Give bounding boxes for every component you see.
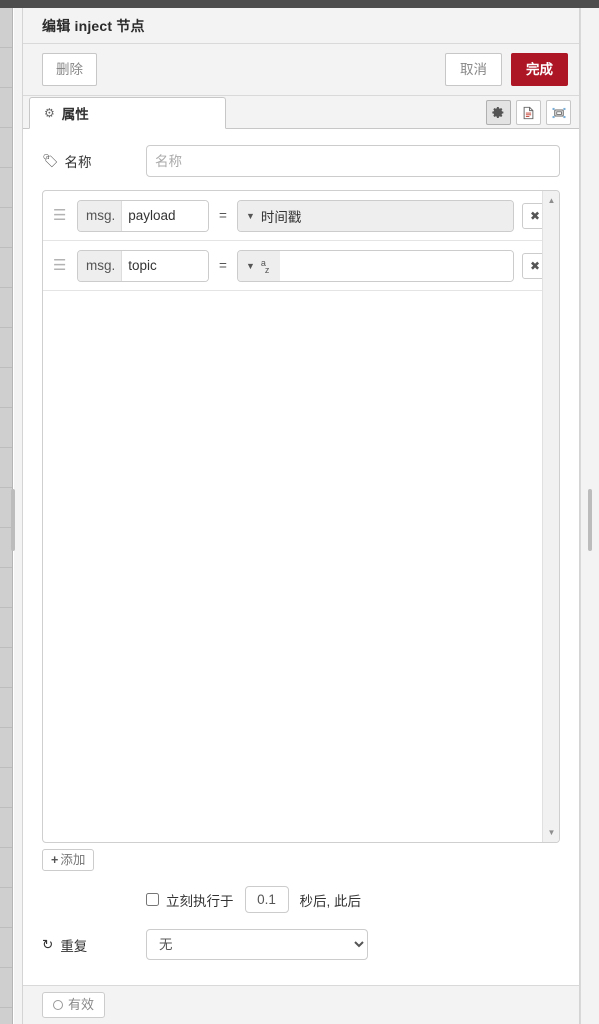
enable-toggle-label: 有效	[68, 997, 95, 1012]
delete-button[interactable]: 删除	[42, 53, 97, 86]
value-type-dropdown[interactable]: ▼ az	[238, 250, 280, 281]
name-row: 🏷 名称	[42, 145, 560, 177]
dialog-title: 编辑 inject 节点	[42, 17, 145, 34]
name-label: 🏷 名称	[42, 151, 146, 171]
caret-down-icon: ▼	[246, 260, 255, 271]
screen: 编辑 inject 节点 删除 取消 完成 ⚙ 属性 🏷 名称 名称 ☰ msg…	[0, 0, 599, 1024]
repeat-icon: ↻	[42, 936, 54, 952]
caret-down-icon: ▼	[246, 210, 255, 221]
gear-icon: ⚙	[44, 106, 55, 120]
left-resize-handle[interactable]	[11, 489, 15, 551]
inject-once-checkbox[interactable]	[146, 893, 159, 906]
property-key-value: topic	[122, 250, 208, 281]
cancel-button[interactable]: 取消	[445, 53, 502, 86]
property-list: ☰ msg. payload = ▼ 时间戳 ✖ ☰ msg. topic = …	[42, 190, 560, 843]
msg-prefix-label: msg.	[78, 250, 123, 281]
plus-icon: +	[51, 853, 59, 867]
tag-icon: 🏷	[42, 153, 59, 168]
repeat-label-text: 重复	[60, 938, 88, 954]
repeat-select[interactable]: 无	[146, 929, 368, 960]
property-key-field[interactable]: msg. payload	[77, 199, 209, 232]
property-key-value: payload	[122, 200, 208, 231]
scroll-down-icon[interactable]: ▼	[543, 824, 559, 841]
equals-sign: =	[219, 258, 227, 273]
property-value-field[interactable]: ▼ az	[237, 249, 514, 282]
drag-grip-icon[interactable]: ☰	[53, 208, 69, 223]
description-icon[interactable]	[516, 100, 541, 125]
value-type-dropdown[interactable]: ▼ 时间戳	[238, 200, 513, 231]
app-topbar	[0, 0, 599, 8]
value-type-label: 时间戳	[260, 209, 302, 225]
repeat-row: ↻ 重复 无	[42, 929, 560, 960]
repeat-label: ↻ 重复	[42, 935, 146, 955]
add-property-button[interactable]: + 添加	[42, 849, 95, 871]
dialog-header: 编辑 inject 节点	[23, 8, 579, 44]
inject-once-prefix-label: 立刻执行于	[166, 893, 234, 909]
name-label-text: 名称	[64, 155, 92, 170]
drag-grip-icon[interactable]: ☰	[53, 258, 69, 273]
edit-node-dialog: 编辑 inject 节点 删除 取消 完成 ⚙ 属性 🏷 名称 名称 ☰ msg…	[22, 8, 580, 1024]
inject-once-delay-input[interactable]	[244, 886, 289, 913]
add-property-row: + 添加	[42, 849, 560, 871]
dialog-body: 🏷 名称 ☰ msg. payload =	[23, 129, 579, 985]
property-value-field[interactable]: ▼ 时间戳	[237, 199, 514, 232]
scroll-up-icon[interactable]: ▲	[543, 192, 559, 209]
property-key-field[interactable]: msg. topic	[77, 249, 209, 282]
property-list-scrollbar[interactable]: ▲ ▼	[542, 191, 559, 842]
inject-once-row: 立刻执行于 秒后, 此后	[42, 886, 560, 913]
workspace-gap-left	[14, 8, 22, 1024]
properties-icon[interactable]	[486, 100, 511, 125]
table-row: ☰ msg. payload = ▼ 时间戳 ✖	[43, 191, 559, 241]
appearance-icon[interactable]	[546, 100, 571, 125]
enable-toggle-button[interactable]: 有效	[42, 992, 106, 1018]
tab-properties-label: 属性	[61, 107, 89, 122]
msg-prefix-label: msg.	[78, 200, 123, 231]
done-button[interactable]: 完成	[511, 53, 568, 86]
right-resize-handle[interactable]	[588, 489, 592, 551]
property-value-text[interactable]	[279, 250, 513, 281]
table-row: ☰ msg. topic = ▼ az ✖	[43, 241, 559, 291]
inject-once-suffix-label: 秒后, 此后	[299, 893, 362, 909]
tab-actions	[486, 100, 571, 125]
string-az-icon: az	[260, 257, 270, 275]
circle-icon	[53, 1000, 63, 1010]
dialog-tabbar: ⚙ 属性	[23, 96, 579, 129]
dialog-footer: 有效	[23, 985, 579, 1024]
property-rows: ☰ msg. payload = ▼ 时间戳 ✖ ☰ msg. topic = …	[43, 191, 559, 291]
equals-sign: =	[219, 208, 227, 223]
dialog-toolbar: 删除 取消 完成	[23, 44, 579, 96]
add-property-label: 添加	[60, 853, 86, 867]
tab-properties[interactable]: ⚙ 属性	[29, 97, 226, 129]
name-input[interactable]	[146, 145, 560, 177]
